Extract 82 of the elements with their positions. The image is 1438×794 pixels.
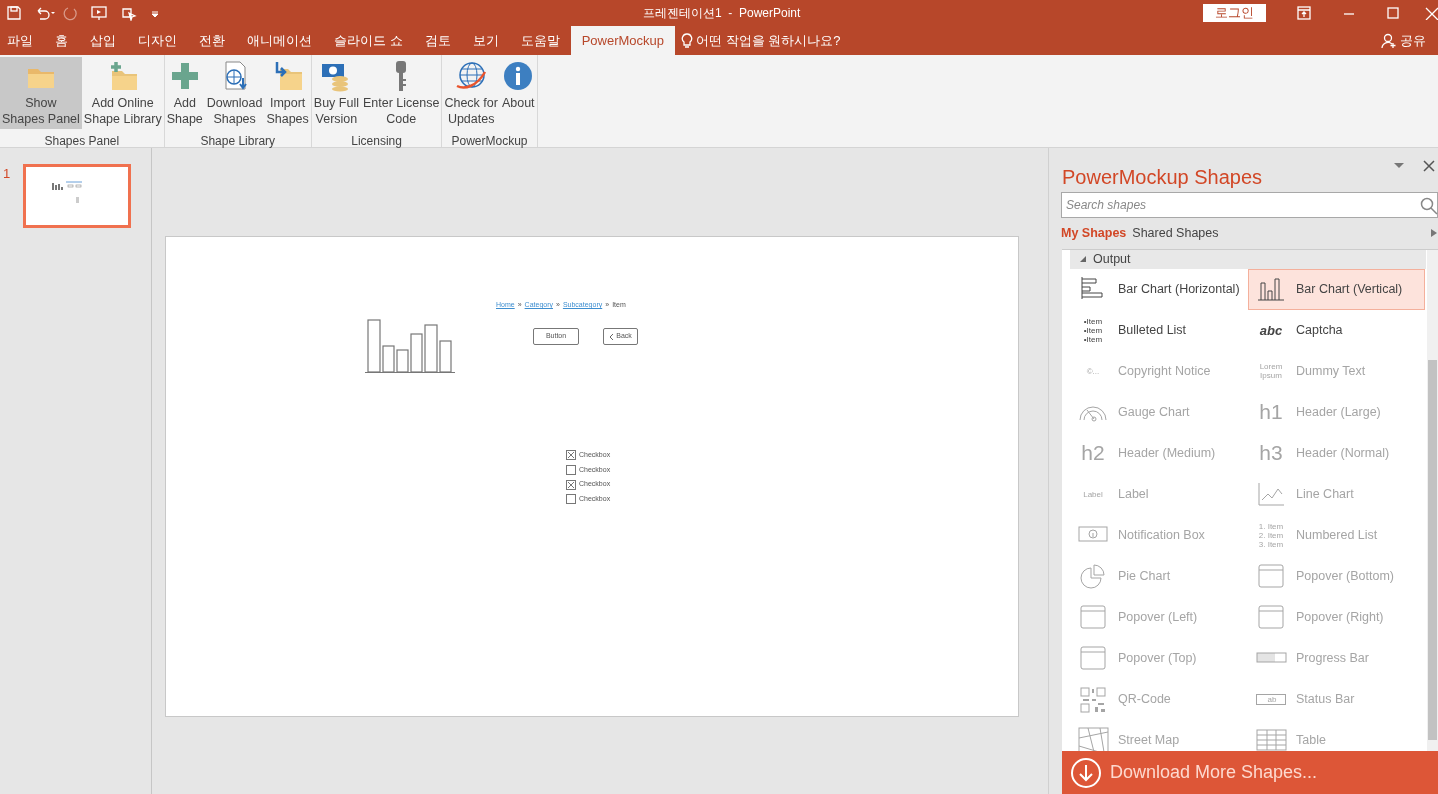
tell-me-field[interactable]: 어떤 작업을 원하시나요? (696, 30, 841, 51)
ribbon-button[interactable]: Add Online Shape Library (81, 57, 164, 129)
redo-icon[interactable] (62, 5, 78, 21)
table-icon (1255, 726, 1287, 752)
dropdown-icon[interactable] (1393, 160, 1405, 170)
shape-icon: h1 (1253, 401, 1289, 424)
shape-icon: abc (1253, 325, 1289, 335)
shape-icon: 1. Item 2. Item 3. Item (1253, 521, 1289, 549)
ribbon-display-icon[interactable] (1296, 5, 1312, 21)
checkbox[interactable] (566, 479, 576, 490)
shape-icon: h2 (1075, 442, 1111, 465)
ribbon-button[interactable]: About (499, 57, 537, 129)
globe-arrow-icon (455, 60, 488, 92)
popover-icon (1077, 603, 1109, 632)
ribbon-button[interactable]: Buy Full Version (311, 57, 361, 129)
share-button[interactable]: 공유 (1400, 30, 1426, 51)
ribbon-tab[interactable]: 홈 (44, 26, 79, 55)
line-chart-icon (1255, 480, 1287, 509)
popover-icon (1255, 562, 1287, 591)
ribbon-tab[interactable]: 디자인 (127, 26, 188, 55)
ribbon-tab[interactable]: 도움말 (509, 26, 571, 55)
shape-item[interactable]: Bar Chart (Vertical) (1248, 268, 1425, 310)
group-label: Shapes Panel (43, 133, 121, 150)
shape-item[interactable]: •Item •Item •Item Bulleted List (1070, 309, 1248, 351)
slide-thumbnail[interactable] (23, 164, 131, 228)
shape-icon: Lorem Ipsum (1253, 362, 1289, 381)
close-icon[interactable] (1423, 160, 1435, 172)
checkbox[interactable] (566, 450, 576, 461)
download-more-button[interactable]: Download More Shapes... (1062, 751, 1438, 794)
ribbon-tab[interactable]: 전환 (188, 26, 236, 55)
collapse-triangle-icon (1080, 255, 1087, 263)
ribbon-button[interactable]: Show Shapes Panel (0, 57, 82, 129)
search-icon[interactable] (1420, 197, 1438, 215)
popover-icon (1077, 644, 1109, 673)
panel-tab[interactable]: Shared Shapes (1132, 224, 1219, 243)
shape-item[interactable]: abc Captcha (1248, 309, 1425, 351)
ribbon-button[interactable]: Check for Updates (442, 57, 500, 129)
shape-icon: h3 (1253, 442, 1289, 465)
ribbon-tab[interactable]: 검토 (413, 26, 462, 55)
shape-item[interactable]: Bar Chart (Horizontal) (1070, 268, 1248, 310)
download-circle-icon (1070, 756, 1102, 789)
maximize-icon[interactable] (1386, 6, 1400, 20)
ribbon-button[interactable]: Add Shape (164, 57, 205, 129)
touch-icon[interactable] (120, 5, 138, 21)
shape-icon: Label (1075, 489, 1111, 499)
group-label: Shape Library (199, 133, 277, 150)
person-add-icon[interactable] (1381, 32, 1397, 49)
category-header[interactable]: Output (1070, 249, 1426, 269)
street-map-icon (1077, 726, 1109, 752)
shape-icon: ab (1256, 693, 1286, 705)
window-title: 프레젠테이션1 - PowerPoint (643, 5, 801, 22)
checkbox[interactable] (566, 464, 576, 475)
ribbon-tab[interactable]: 보기 (461, 26, 510, 55)
shape-icon: ©... (1075, 366, 1111, 376)
ribbon-button[interactable]: Download Shapes (204, 57, 265, 129)
popover-icon (1255, 603, 1287, 632)
qr-code-icon (1077, 685, 1109, 714)
scrollbar[interactable] (1427, 249, 1438, 752)
group-label: PowerMockup (450, 133, 529, 150)
ribbon-tab[interactable]: 애니메이션 (236, 26, 323, 55)
info-icon (502, 60, 535, 92)
sign-in-button[interactable]: 로그인 (1203, 4, 1266, 22)
ribbon-tab[interactable]: PowerMockup (570, 26, 675, 55)
ribbon-button[interactable]: Enter License Code (361, 57, 442, 129)
ribbon-button[interactable]: Import Shapes (264, 57, 311, 129)
key-icon (396, 61, 407, 91)
ribbon-tab[interactable]: 파일 (0, 26, 44, 55)
ribbon-tab[interactable]: 슬라이드 쇼 (323, 26, 414, 55)
search-field[interactable]: Search shapes (1061, 192, 1438, 218)
group-label: Licensing (350, 133, 403, 150)
slideshow-icon[interactable] (90, 5, 108, 21)
slide-number: 1 (3, 165, 11, 183)
panel-title: PowerMockup Shapes (1061, 165, 1263, 190)
panel-tab[interactable]: My Shapes (1061, 224, 1127, 243)
expand-arrow-icon[interactable] (1430, 228, 1438, 239)
save-icon[interactable] (6, 5, 22, 21)
vertical-bar-chart-icon (1255, 275, 1287, 304)
chevron-left-icon (609, 332, 615, 341)
ribbon-tab[interactable]: 삽입 (79, 26, 127, 55)
lightbulb-icon[interactable] (681, 32, 693, 49)
shape-icon: •Item •Item •Item (1075, 316, 1111, 344)
checkbox[interactable] (566, 494, 576, 505)
